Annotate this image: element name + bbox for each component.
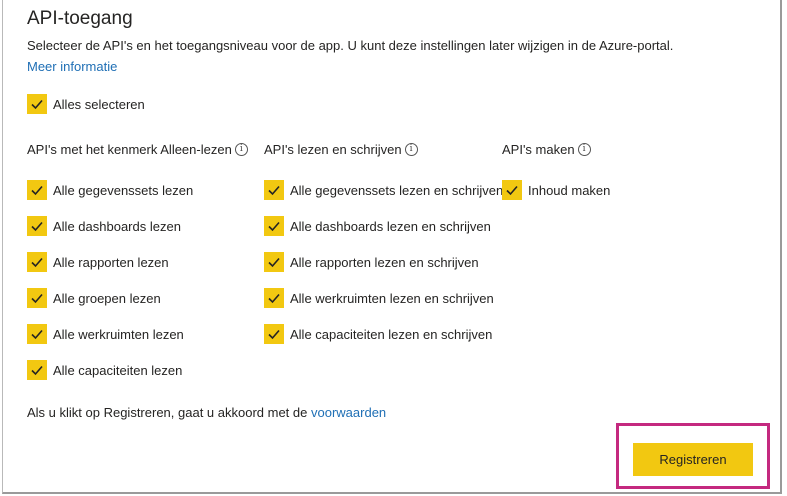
select-all-checkbox[interactable]: Alles selecteren xyxy=(27,94,145,114)
checkmark-icon xyxy=(264,180,284,200)
checkmark-icon xyxy=(264,216,284,236)
checkmark-icon xyxy=(27,216,47,236)
checkmark-icon xyxy=(27,324,47,344)
column-header-label: API's maken xyxy=(502,142,575,157)
checkbox-read-capacities[interactable]: Alle capaciteiten lezen xyxy=(27,360,182,380)
register-button-highlight: Registreren xyxy=(616,423,770,489)
checkbox-label: Alle werkruimten lezen en schrijven xyxy=(290,290,494,306)
checkmark-icon xyxy=(264,288,284,308)
terms-label: Als u klikt op Registreren, gaat u akkoo… xyxy=(27,405,308,420)
info-icon[interactable]: i xyxy=(234,143,248,156)
checkmark-icon xyxy=(27,94,47,114)
checkbox-label: Alle groepen lezen xyxy=(53,290,161,306)
column-header-read-only: API's met het kenmerk Alleen-lezen i xyxy=(27,142,248,157)
checkbox-label: Inhoud maken xyxy=(528,182,611,198)
checkbox-readwrite-datasets[interactable]: Alle gegevenssets lezen en schrijven xyxy=(264,180,503,200)
checkmark-icon xyxy=(27,180,47,200)
checkbox-read-datasets[interactable]: Alle gegevenssets lezen xyxy=(27,180,193,200)
checkbox-readwrite-reports[interactable]: Alle rapporten lezen en schrijven xyxy=(264,252,479,272)
checkbox-read-reports[interactable]: Alle rapporten lezen xyxy=(27,252,169,272)
checkbox-label: Alle werkruimten lezen xyxy=(53,326,184,342)
description-text: Selecteer de API's en het toegangsniveau… xyxy=(27,38,674,53)
checkbox-label: Alle dashboards lezen xyxy=(53,218,181,234)
checkbox-label: Alle gegevenssets lezen xyxy=(53,182,194,198)
checkbox-read-groups[interactable]: Alle groepen lezen xyxy=(27,288,161,308)
column-header-label: API's lezen en schrijven xyxy=(264,142,402,157)
api-access-panel: API-toegang Selecteer de API's en het to… xyxy=(2,0,782,494)
register-button[interactable]: Registreren xyxy=(633,443,753,476)
checkbox-label: Alle gegevenssets lezen en schrijven xyxy=(290,182,504,198)
checkbox-label: Alle rapporten lezen en schrijven xyxy=(290,254,479,270)
checkbox-read-workspaces[interactable]: Alle werkruimten lezen xyxy=(27,324,184,344)
checkbox-label: Alle rapporten lezen xyxy=(53,254,169,270)
terms-text: Als u klikt op Registreren, gaat u akkoo… xyxy=(27,405,386,420)
page-title: API-toegang xyxy=(27,8,133,29)
checkbox-readwrite-workspaces[interactable]: Alle werkruimten lezen en schrijven xyxy=(264,288,494,308)
info-icon[interactable]: i xyxy=(577,143,591,156)
checkmark-icon xyxy=(27,360,47,380)
checkmark-icon xyxy=(264,324,284,344)
checkbox-read-dashboards[interactable]: Alle dashboards lezen xyxy=(27,216,181,236)
column-header-read-write: API's lezen en schrijven i xyxy=(264,142,418,157)
column-header-create: API's maken i xyxy=(502,142,591,157)
checkmark-icon xyxy=(27,288,47,308)
checkbox-create-content[interactable]: Inhoud maken xyxy=(502,180,610,200)
column-header-label: API's met het kenmerk Alleen-lezen xyxy=(27,142,232,157)
checkbox-readwrite-capacities[interactable]: Alle capaciteiten lezen en schrijven xyxy=(264,324,492,344)
checkmark-icon xyxy=(27,252,47,272)
checkmark-icon xyxy=(264,252,284,272)
checkbox-label: Alle capaciteiten lezen xyxy=(53,362,183,378)
select-all-label: Alles selecteren xyxy=(53,96,145,112)
terms-link[interactable]: voorwaarden xyxy=(311,405,386,420)
checkbox-readwrite-dashboards[interactable]: Alle dashboards lezen en schrijven xyxy=(264,216,491,236)
learn-more-link[interactable]: Meer informatie xyxy=(27,59,117,74)
checkbox-label: Alle dashboards lezen en schrijven xyxy=(290,218,491,234)
info-icon[interactable]: i xyxy=(404,143,418,156)
checkbox-label: Alle capaciteiten lezen en schrijven xyxy=(290,326,493,342)
checkmark-icon xyxy=(502,180,522,200)
